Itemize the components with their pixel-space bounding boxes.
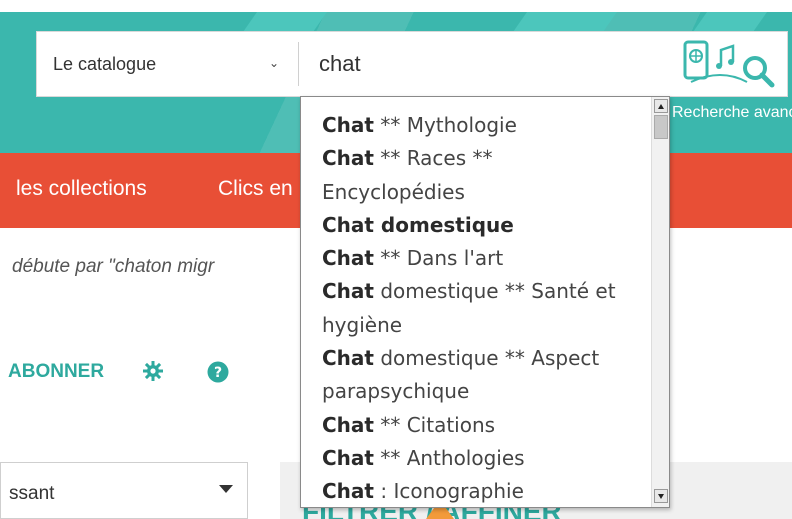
suggestion-item[interactable]: Chat ** Races ** Encyclopédies bbox=[301, 142, 651, 209]
suggestion-rest: ** Anthologies bbox=[373, 445, 525, 470]
suggestion-match: Chat bbox=[322, 445, 374, 470]
suggestion-rest: ** Dans l'art bbox=[373, 246, 504, 271]
help-icon[interactable]: ? bbox=[207, 361, 229, 383]
suggestion-match: Chat bbox=[322, 346, 374, 371]
suggestion-rest: ** Citations bbox=[373, 412, 496, 437]
header-top-strip bbox=[0, 0, 792, 12]
chevron-down-icon[interactable]: ⌄ bbox=[269, 56, 279, 70]
suggestion-rest: : Iconographie bbox=[373, 479, 524, 504]
caret-down-icon bbox=[219, 485, 233, 493]
nav-item-collections[interactable]: les collections bbox=[16, 177, 147, 201]
svg-text:?: ? bbox=[214, 365, 222, 381]
subscribe-button[interactable]: ABONNER bbox=[8, 361, 104, 383]
search-result-note: débute par "chaton migr bbox=[12, 256, 215, 277]
suggestion-match: Chat bbox=[322, 246, 374, 271]
nav-item-clics[interactable]: Clics en bbox=[218, 177, 293, 201]
suggestion-match: Chat domestique bbox=[322, 212, 514, 237]
header-stripe bbox=[242, 12, 328, 32]
suggestion-item[interactable]: Chat ** Mythologie bbox=[301, 109, 651, 142]
divider bbox=[298, 42, 299, 86]
scrollbar-thumb[interactable] bbox=[654, 115, 668, 139]
suggestion-rest: ** Mythologie bbox=[373, 113, 517, 137]
scope-select-label: Le catalogue bbox=[53, 53, 157, 74]
suggestion-item[interactable]: Chat domestique ** Santé et hygiène bbox=[301, 275, 651, 342]
suggestion-item[interactable]: Chat domestique bbox=[301, 209, 651, 242]
header-stripe bbox=[692, 12, 768, 32]
search-input[interactable] bbox=[307, 40, 667, 88]
suggestion-match: Chat bbox=[322, 113, 374, 137]
suggestion-match: Chat bbox=[322, 479, 374, 504]
suggestion-item[interactable]: Chat domestique ** Aspect parapsychique bbox=[301, 342, 651, 409]
scrollbar[interactable] bbox=[651, 97, 669, 507]
multimedia-search-icon bbox=[683, 40, 775, 88]
suggestion-list: Chat ** Mythologie Chat ** Races ** Ency… bbox=[301, 109, 651, 507]
suggestion-item[interactable]: Chat ** Anthologies bbox=[301, 442, 651, 475]
suggestion-match: Chat bbox=[322, 279, 374, 304]
search-button[interactable] bbox=[681, 38, 781, 92]
suggestion-match: Chat bbox=[322, 146, 374, 171]
header-stripe bbox=[512, 12, 618, 32]
scope-select[interactable]: Le catalogue bbox=[37, 32, 299, 96]
suggestion-item[interactable]: Chat ** Dans l'art bbox=[301, 242, 651, 275]
suggestion-item[interactable]: Chat : Iconographie bbox=[301, 475, 651, 507]
sort-select[interactable]: ssant bbox=[0, 462, 248, 519]
suggestion-item[interactable]: Chat ** Citations bbox=[301, 409, 651, 442]
search-bar: Le catalogue ⌄ bbox=[36, 31, 788, 97]
advanced-search-link[interactable]: Recherche avancée bbox=[672, 104, 792, 122]
gear-icon[interactable] bbox=[143, 361, 163, 381]
suggestion-match: Chat bbox=[322, 412, 374, 437]
sort-select-label: ssant bbox=[9, 483, 55, 504]
scroll-down-icon[interactable] bbox=[654, 489, 668, 503]
scroll-up-icon[interactable] bbox=[654, 99, 668, 113]
autocomplete-dropdown: Chat ** Mythologie Chat ** Races ** Ency… bbox=[300, 96, 670, 508]
